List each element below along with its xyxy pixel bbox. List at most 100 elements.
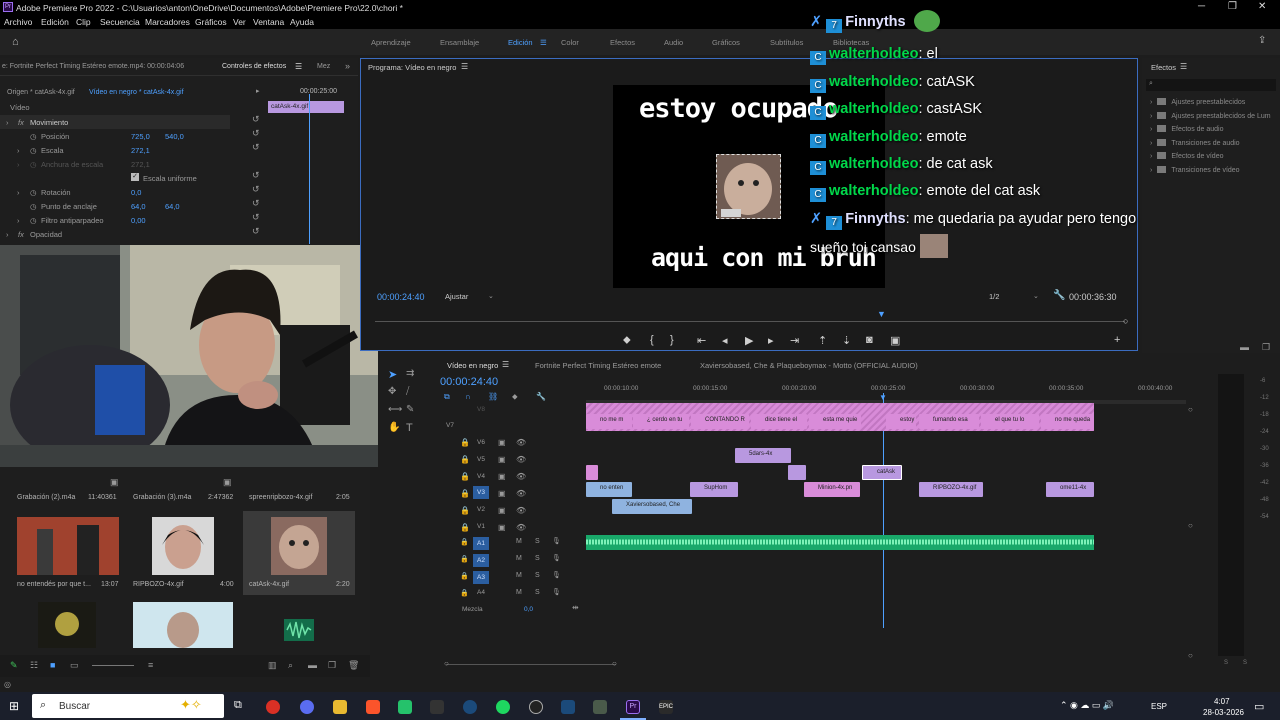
search-box[interactable]: ⌕ Buscar ✦✧ (32, 694, 224, 718)
mute-button[interactable]: M (516, 589, 522, 596)
uniform-scale-checkbox[interactable]: ✓ (131, 173, 139, 181)
project-thumbnail[interactable] (271, 517, 327, 575)
marker-icon[interactable]: ⬥ (512, 392, 518, 402)
automate-icon[interactable]: ▥ (268, 660, 277, 671)
freeform-view-icon[interactable]: ▭ (70, 660, 79, 671)
playhead-handle-icon[interactable]: ▼ (879, 393, 887, 402)
scroll-handle[interactable]: ○ (612, 659, 617, 668)
scroll-handle[interactable]: ○ (444, 659, 449, 668)
slip-tool-icon[interactable]: ⟷ (388, 404, 402, 415)
resolution-dropdown[interactable]: 1/2 (989, 292, 999, 301)
mixer-tab[interactable]: Mez (317, 63, 330, 70)
workspace-efectos[interactable]: Efectos (610, 38, 635, 47)
file-explorer-icon[interactable] (333, 700, 347, 714)
timeline-scrollbar[interactable] (446, 664, 616, 665)
discord-icon[interactable] (300, 700, 314, 714)
app-icon[interactable] (593, 700, 607, 714)
effects-item[interactable]: › Ajustes preestablecidos (1150, 98, 1245, 106)
lock-icon[interactable]: 🔒 (460, 572, 469, 580)
selection-tool-icon[interactable]: ➤ (388, 368, 397, 381)
tray-icons[interactable]: ⌃ ◉ ☁ ▭ 🔊 (1060, 700, 1114, 711)
linked-select-icon[interactable]: ⛓ (488, 392, 498, 401)
menu-archivo[interactable]: Archivo (4, 17, 32, 27)
stopwatch-icon[interactable]: ◷ (30, 146, 37, 155)
reset-icon[interactable]: ↺ (252, 114, 260, 125)
epic-games-icon[interactable]: EPIC (659, 700, 673, 714)
play-button[interactable]: ▶ (745, 334, 753, 347)
timeline-tab[interactable]: Xaviersobased, Che & Plaqueboymax - Mott… (700, 361, 918, 370)
solo-button[interactable]: S (535, 555, 540, 562)
reset-icon[interactable]: ↺ (252, 170, 260, 181)
mute-button[interactable]: M (516, 555, 522, 562)
close-button[interactable]: ✕ (1258, 1, 1266, 12)
pen-tool-icon[interactable]: ✎ (406, 404, 414, 415)
audio-file-icon[interactable] (284, 619, 314, 641)
target-selector[interactable]: Vídeo en negro * catAsk-4x.gif (89, 89, 184, 96)
razor-icon[interactable]: ⧸ (406, 386, 409, 397)
windows-start-icon[interactable]: ⊞ (9, 699, 19, 713)
app-icon[interactable] (398, 700, 412, 714)
lock-icon[interactable]: 🔒 (460, 555, 469, 563)
menu-clip[interactable]: Clip (76, 17, 91, 27)
step-forward-icon[interactable]: ▸ (768, 334, 774, 347)
eye-icon[interactable]: 👁 (516, 489, 526, 498)
minimize-button[interactable]: ─ (1198, 1, 1205, 12)
cat-gif-layer[interactable] (716, 154, 781, 219)
timeline-clip[interactable]: fumando esa (919, 414, 979, 429)
timeline-clip[interactable]: CONTANDO R (691, 414, 749, 429)
mark-in-icon[interactable]: { (650, 334, 654, 346)
zoom-slider[interactable] (92, 665, 134, 666)
notification-icon[interactable]: ▭ (1254, 700, 1264, 713)
timeline-clip[interactable]: el que tu lo (981, 414, 1039, 429)
reset-icon[interactable]: ↺ (252, 128, 260, 139)
workspace-subtitulos[interactable]: Subtítulos (770, 38, 803, 47)
lock-icon[interactable]: 🔒 (460, 489, 470, 498)
panel-menu-icon[interactable]: ☰ (502, 360, 509, 369)
app-icon[interactable] (529, 700, 543, 714)
eye-icon[interactable]: 👁 (516, 506, 526, 515)
solo-button[interactable]: S (1224, 660, 1228, 666)
timeline-clip[interactable]: no me queda (1041, 414, 1094, 429)
timeline-clip[interactable]: Xaviersobased, Che (612, 499, 692, 514)
rotation-value[interactable]: 0,0 (131, 188, 141, 197)
timeline-clip-small[interactable] (586, 465, 598, 480)
eye-icon[interactable]: 👁 (516, 455, 526, 464)
program-tab[interactable]: Programa: Vídeo en negro (368, 63, 456, 72)
new-bin-icon[interactable]: ▬ (308, 660, 317, 670)
effects-item[interactable]: › Ajustes preestablecidos de Lum (1150, 112, 1271, 120)
mute-button[interactable]: M (516, 538, 522, 545)
stopwatch-icon[interactable]: ◷ (30, 188, 37, 197)
list-view-icon[interactable]: ☷ (30, 660, 38, 671)
workspace-graficos[interactable]: Gráficos (712, 38, 740, 47)
spotify-icon[interactable] (496, 700, 510, 714)
film-icon[interactable]: ▣ (498, 506, 506, 515)
prop-opacidad[interactable]: › fx Opacidad (0, 227, 260, 241)
lift-icon[interactable]: ⇡ (818, 334, 827, 347)
wrench-icon[interactable]: 🔧 (1053, 290, 1065, 301)
audio-clip-a1[interactable] (586, 535, 1094, 550)
reset-icon[interactable]: ↺ (252, 184, 260, 195)
timeline-timecode[interactable]: 00:00:24:40 (440, 376, 498, 388)
effects-item[interactable]: › Transiciones de vídeo (1150, 166, 1240, 174)
eye-icon[interactable]: 👁 (516, 438, 526, 447)
new-item-icon[interactable]: ❐ (328, 660, 336, 671)
workspace-aprendizaje[interactable]: Aprendizaje (371, 38, 411, 47)
expand-panels-icon[interactable]: » (345, 61, 350, 71)
anchor-y-value[interactable]: 64,0 (165, 202, 180, 211)
lock-icon[interactable]: 🔒 (460, 589, 469, 597)
project-thumbnail[interactable] (133, 602, 233, 648)
compare-icon[interactable]: ▣ (890, 334, 900, 347)
ripple-edit-icon[interactable]: ✥ (388, 386, 396, 397)
workspace-menu-icon[interactable]: ☰ (540, 38, 547, 47)
mic-icon[interactable]: 🎙 (552, 554, 561, 562)
scroll-handle[interactable]: ○ (1123, 316, 1128, 326)
extract-icon[interactable]: ⇣ (842, 334, 851, 347)
film-icon[interactable]: ▣ (498, 455, 506, 464)
mix-value[interactable]: 0,0 (524, 606, 533, 613)
workspace-audio[interactable]: Audio (664, 38, 683, 47)
menu-ver[interactable]: Ver (233, 17, 246, 27)
pencil-icon[interactable]: ✎ (10, 660, 18, 671)
program-scrub-bar[interactable] (375, 321, 1125, 322)
eye-icon[interactable]: 👁 (516, 472, 526, 481)
vertical-scroll-handle[interactable]: ○ (1188, 405, 1193, 414)
